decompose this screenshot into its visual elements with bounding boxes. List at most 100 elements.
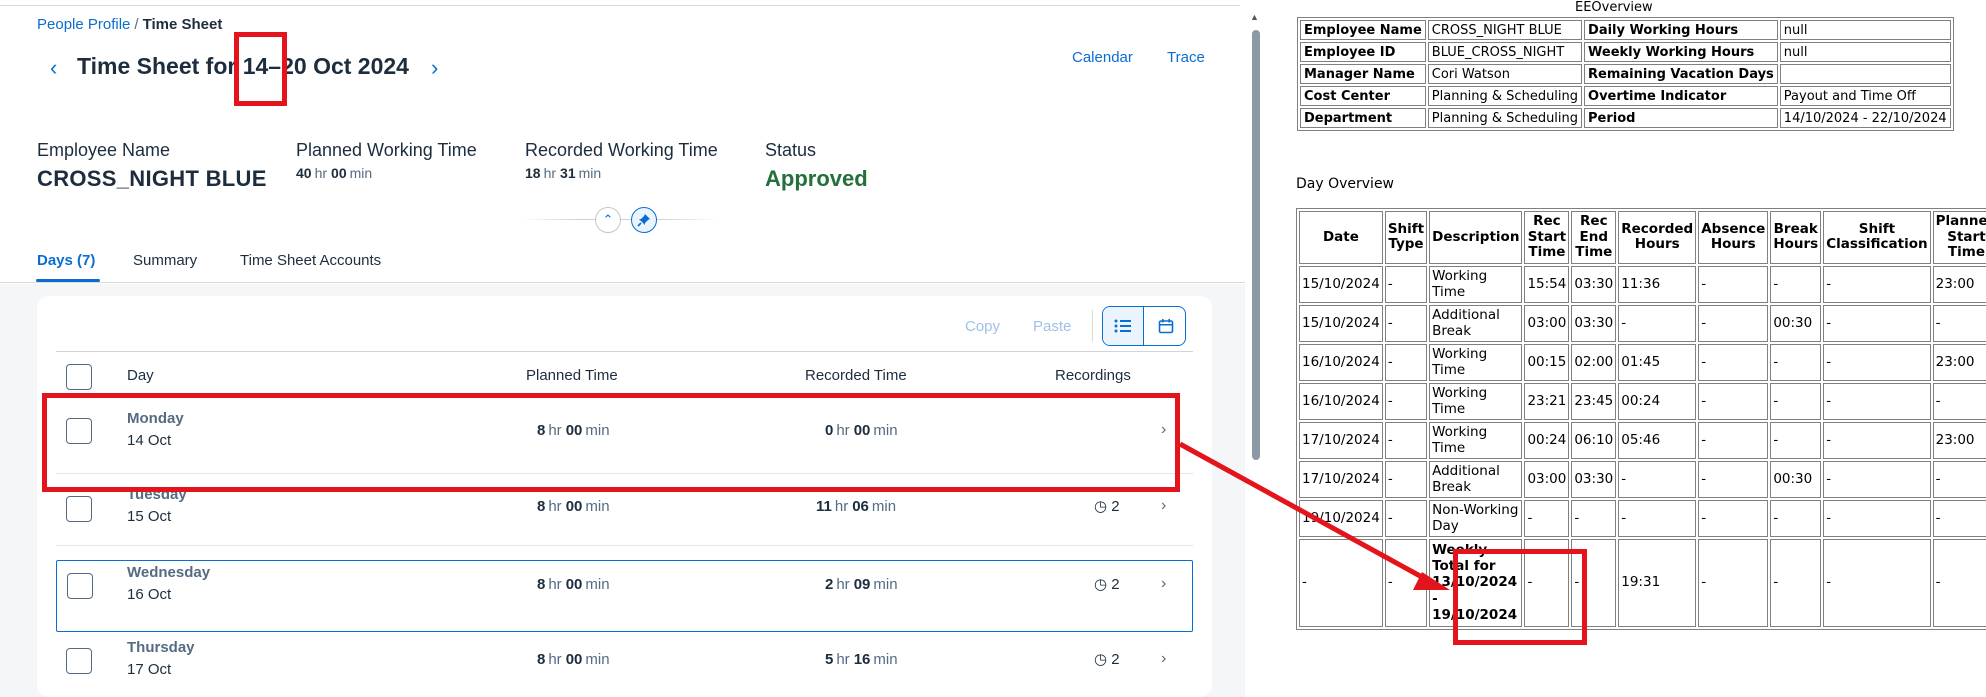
day-overview-cell: 16/10/2024 bbox=[1299, 343, 1383, 381]
tab-summary[interactable]: Summary bbox=[133, 252, 197, 269]
chevron-right-icon: › bbox=[1161, 497, 1167, 514]
day-overview-cell: 23:00 bbox=[1932, 343, 1986, 381]
day-overview-cell: - bbox=[1384, 499, 1428, 537]
day-overview-column-header: Break Hours bbox=[1770, 211, 1822, 264]
status-label: Status bbox=[765, 140, 817, 160]
ee-overview-value: Planning & Scheduling bbox=[1427, 86, 1583, 106]
tab-bar: Days (7) Summary Time Sheet Accounts bbox=[0, 245, 1245, 283]
ee-overview-value: BLUE_CROSS_NIGHT bbox=[1427, 42, 1583, 62]
day-row-wednesday[interactable]: Wednesday 16 Oct 8 hr 00 min 2 hr 09 min ◷ 2 › bbox=[56, 560, 1193, 632]
day-overview-cell: - bbox=[1823, 538, 1931, 627]
row-checkbox[interactable] bbox=[67, 573, 93, 599]
day-overview-cell: 16/10/2024 bbox=[1299, 382, 1383, 420]
planned-working-time-value: 40 hr 00 min bbox=[296, 165, 373, 181]
calendar-view-button[interactable] bbox=[1145, 307, 1185, 345]
row-checkbox[interactable] bbox=[66, 496, 92, 522]
ee-overview-label: Manager Name bbox=[1300, 64, 1426, 84]
day-overview-cell: - bbox=[1823, 421, 1931, 459]
ee-overview-row: Department Planning & Scheduling Period 14/… bbox=[1300, 108, 1951, 128]
previous-week-icon[interactable]: ‹ bbox=[50, 55, 57, 81]
ee-overview-row: Employee Name CROSS_NIGHT BLUE Daily Worki… bbox=[1300, 20, 1951, 40]
row-recordings: ◷ 2 bbox=[1094, 576, 1120, 593]
day-overview-column-header: Date bbox=[1299, 211, 1383, 264]
day-overview-cell: 11:36 bbox=[1618, 265, 1697, 303]
day-overview-row: 15/10/2024- Additional Break 03:00 03:30- -0… bbox=[1299, 304, 1986, 342]
ee-overview-value: null bbox=[1779, 20, 1951, 40]
list-view-button[interactable] bbox=[1103, 307, 1144, 345]
day-overview-cell: 03:00 bbox=[1524, 460, 1570, 498]
ee-overview-row: Manager Name Cori Watson Remaining Vacatio… bbox=[1300, 64, 1951, 84]
tab-time-sheet-accounts[interactable]: Time Sheet Accounts bbox=[240, 252, 381, 269]
row-planned-time: 8 hr 00 min bbox=[537, 576, 610, 593]
day-overview-cell: 06:10 bbox=[1571, 421, 1617, 459]
day-overview-cell: 02:00 bbox=[1571, 343, 1617, 381]
paste-button[interactable]: Paste bbox=[1033, 318, 1071, 335]
ee-overview-row: Employee ID BLUE_CROSS_NIGHT Weekly Workin… bbox=[1300, 42, 1951, 62]
toolbar-separator bbox=[1092, 310, 1093, 342]
ee-overview-label: Weekly Working Hours bbox=[1584, 42, 1778, 62]
column-header-day: Day bbox=[127, 367, 154, 384]
day-overview-cell: - bbox=[1770, 499, 1822, 537]
day-overview-row: 17/10/2024- Additional Break 03:00 03:30- -0… bbox=[1299, 460, 1986, 498]
breadcrumb-people-profile[interactable]: People Profile bbox=[37, 16, 130, 33]
copy-button[interactable]: Copy bbox=[965, 318, 1000, 335]
day-overview-table: Date Shift Type Description Rec Start Time R… bbox=[1296, 208, 1986, 630]
timesheet-app: People Profile / Time Sheet ‹ Time Sheet f… bbox=[0, 0, 1262, 697]
tab-days[interactable]: Days (7) bbox=[37, 252, 95, 269]
calendar-link[interactable]: Calendar bbox=[1072, 49, 1133, 66]
day-overview-title: Day Overview bbox=[1296, 176, 1395, 192]
day-overview-row: 17/10/2024- Working Time 00:24 06:10 05:46- -… bbox=[1299, 421, 1986, 459]
row-recordings: ◷ 2 bbox=[1094, 651, 1120, 668]
list-icon bbox=[1114, 319, 1131, 333]
row-planned-time: 8 hr 00 min bbox=[537, 498, 610, 515]
scrollbar-thumb[interactable] bbox=[1252, 30, 1260, 460]
ee-overview-value: Payout and Time Off bbox=[1779, 86, 1951, 106]
day-overview-cell: 00:30 bbox=[1770, 304, 1822, 342]
chevron-right-icon: › bbox=[1161, 575, 1167, 592]
top-divider bbox=[0, 5, 1240, 6]
day-overview-cell: 23:45 bbox=[1571, 382, 1617, 420]
row-date: 15 Oct bbox=[127, 508, 172, 525]
day-overview-row: 16/10/2024- Working Time 00:15 02:00 01:45- -… bbox=[1299, 343, 1986, 381]
ee-overview-label: Overtime Indicator bbox=[1584, 86, 1778, 106]
recorded-working-time-value: 18 hr 31 min bbox=[525, 165, 602, 181]
day-overview-cell: - bbox=[1932, 538, 1986, 627]
table-top-divider bbox=[56, 351, 1193, 352]
trace-link[interactable]: Trace bbox=[1167, 49, 1205, 66]
day-overview-column-header: Absence Hours bbox=[1698, 211, 1769, 264]
calendar-icon bbox=[1158, 319, 1173, 334]
day-overview-column-header: Planned Start Time bbox=[1932, 211, 1986, 264]
day-overview-cell: - bbox=[1823, 382, 1931, 420]
pin-header-button[interactable] bbox=[631, 207, 657, 233]
day-overview-cell: 15/10/2024 bbox=[1299, 304, 1383, 342]
next-week-icon[interactable]: › bbox=[431, 55, 438, 81]
ee-overview-label: Employee Name bbox=[1300, 20, 1426, 40]
collapse-header-button[interactable]: ⌃ bbox=[595, 207, 621, 233]
day-overview-cell: - bbox=[1770, 382, 1822, 420]
day-overview-cell: - bbox=[1770, 343, 1822, 381]
day-overview-cell: - bbox=[1384, 538, 1428, 627]
day-overview-cell: - bbox=[1618, 499, 1697, 537]
day-overview-cell: - bbox=[1698, 343, 1769, 381]
day-overview-cell: 23:21 bbox=[1524, 382, 1570, 420]
day-overview-cell: - bbox=[1571, 499, 1617, 537]
breadcrumb: People Profile / Time Sheet bbox=[37, 16, 222, 33]
ee-overview-value bbox=[1779, 64, 1951, 84]
day-overview-cell: - bbox=[1384, 460, 1428, 498]
day-overview-column-header: Shift Classification bbox=[1823, 211, 1931, 264]
day-overview-cell: Additional Break bbox=[1429, 304, 1523, 342]
row-day-name: Wednesday bbox=[127, 564, 211, 581]
row-recorded-time: 11 hr 06 min bbox=[816, 498, 897, 515]
day-overview-row: 19/10/2024- Non-Working Day - - - - - - - bbox=[1299, 499, 1986, 537]
row-recorded-time: 2 hr 09 min bbox=[825, 576, 898, 593]
day-row-thursday[interactable]: Thursday 17 Oct 8 hr 00 min 5 hr 16 min ◷ 2 › bbox=[56, 634, 1193, 697]
breadcrumb-current: Time Sheet bbox=[142, 16, 223, 33]
select-all-checkbox[interactable] bbox=[66, 364, 92, 390]
time-entry-icon: ◷ bbox=[1094, 576, 1108, 593]
scroll-up-arrow-icon[interactable]: ▲ bbox=[1250, 12, 1259, 22]
day-overview-column-header: Rec Start Time bbox=[1524, 211, 1570, 264]
row-checkbox[interactable] bbox=[66, 648, 92, 674]
day-overview-cell: - bbox=[1932, 304, 1986, 342]
day-overview-cell: 23:00 bbox=[1932, 265, 1986, 303]
highlight-weekly-total bbox=[1453, 549, 1587, 645]
